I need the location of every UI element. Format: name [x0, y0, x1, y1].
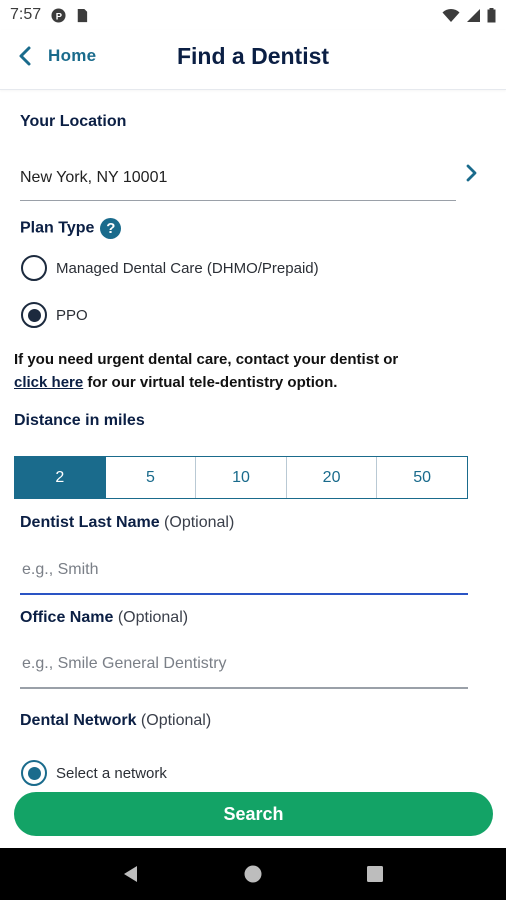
office-name-heading: Office Name (Optional) — [20, 609, 188, 627]
distance-option-50[interactable]: 50 — [377, 457, 467, 498]
urgent-care-notice: If you need urgent dental care, contact … — [14, 348, 494, 394]
tele-dentistry-link[interactable]: click here — [14, 374, 83, 391]
location-field[interactable]: New York, NY 10001 — [20, 155, 456, 201]
dentist-last-name-input[interactable] — [20, 547, 468, 593]
plan-option-ppo[interactable]: PPO — [21, 302, 88, 328]
network-option-label: Select a network — [56, 764, 167, 782]
signal-icon — [467, 8, 480, 22]
plan-option-label: Managed Dental Care (DHMO/Prepaid) — [56, 259, 319, 277]
search-button[interactable]: Search — [14, 792, 493, 836]
input-underline — [20, 593, 468, 595]
distance-option-10[interactable]: 10 — [196, 457, 287, 498]
dentist-last-name-heading: Dentist Last Name (Optional) — [20, 514, 234, 532]
dental-network-label: Dental Network — [20, 712, 137, 729]
location-label: Your Location — [20, 113, 127, 130]
office-name-input[interactable] — [20, 641, 468, 687]
dental-network-heading: Dental Network (Optional) — [20, 712, 211, 730]
triangle-back-icon — [124, 866, 137, 882]
help-icon[interactable]: ? — [100, 218, 122, 239]
radio-unselected-icon — [21, 255, 47, 281]
urgent-text-before: If you need urgent dental care, contact … — [14, 351, 399, 368]
distance-option-20[interactable]: 20 — [287, 457, 378, 498]
location-value: New York, NY 10001 — [20, 168, 168, 186]
radio-selected-icon — [21, 760, 47, 786]
input-underline — [20, 687, 468, 689]
radio-selected-icon — [21, 302, 47, 328]
plan-type-label: Plan Type — [20, 219, 95, 237]
app-header: Find a Dentist Home — [0, 30, 506, 90]
plan-type-heading: Plan Type? — [20, 218, 122, 239]
distance-selector: 2 5 10 20 50 — [14, 456, 468, 499]
chevron-right-icon[interactable] — [460, 162, 482, 184]
circle-home-icon — [244, 865, 262, 883]
circle-p-icon: P — [51, 7, 66, 23]
status-bar: 7:57 P — [0, 0, 506, 30]
plan-option-label: PPO — [56, 306, 88, 324]
network-option-select[interactable]: Select a network — [21, 760, 167, 786]
optional-label: (Optional) — [164, 514, 235, 531]
system-nav-bar — [0, 848, 506, 900]
distance-option-2[interactable]: 2 — [15, 457, 106, 498]
wifi-icon — [442, 8, 460, 22]
status-time: 7:57 — [10, 6, 42, 23]
battery-icon — [487, 7, 496, 22]
nav-back-button[interactable] — [116, 859, 146, 889]
optional-label: (Optional) — [140, 712, 212, 729]
square-recents-icon — [367, 866, 383, 882]
urgent-text-after: for our virtual tele-dentistry option. — [87, 374, 338, 391]
dentist-last-name-label: Dentist Last Name — [20, 514, 160, 531]
office-name-label: Office Name — [20, 609, 114, 626]
distance-label: Distance in miles — [14, 412, 145, 429]
nav-home-button[interactable] — [238, 859, 268, 889]
plan-option-dhmo[interactable]: Managed Dental Care (DHMO/Prepaid) — [21, 255, 319, 281]
back-label: Home — [48, 46, 97, 65]
distance-option-5[interactable]: 5 — [106, 457, 197, 498]
chevron-left-icon — [19, 46, 31, 66]
sd-card-icon — [77, 8, 88, 22]
optional-label: (Optional) — [117, 609, 189, 626]
nav-recents-button[interactable] — [360, 859, 390, 889]
svg-text:P: P — [56, 11, 62, 21]
back-button[interactable]: Home — [14, 44, 96, 68]
